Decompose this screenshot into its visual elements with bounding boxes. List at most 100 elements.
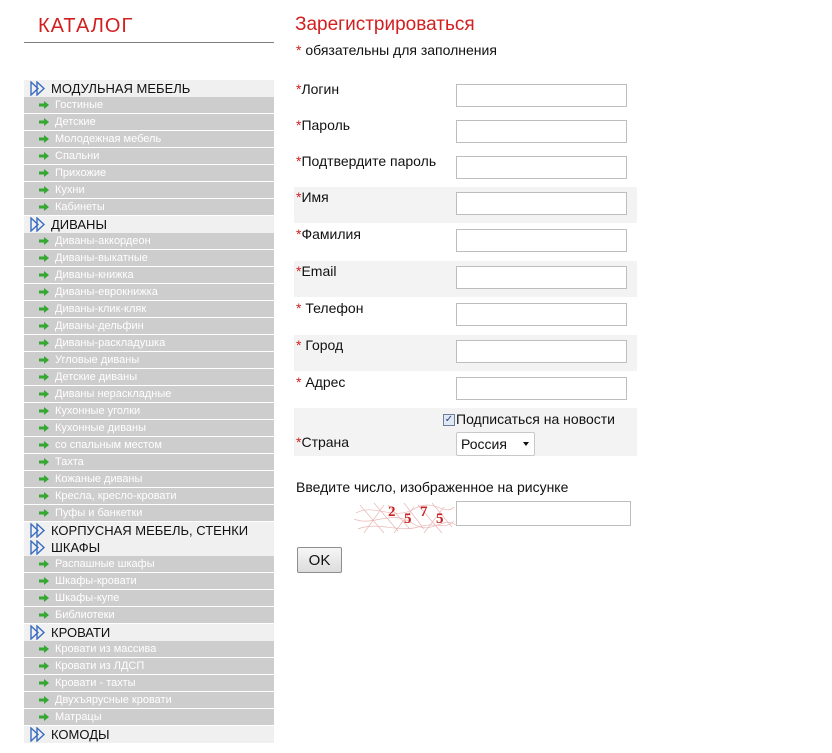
subscribe-label: Подписаться на новости: [456, 411, 615, 427]
name-input[interactable]: [456, 192, 627, 215]
catalog-menu: МОДУЛЬНАЯ МЕБЕЛЬ Гостиные Детские Молодежна…: [24, 80, 274, 743]
captcha-label: Введите число, изображенное на рисунке: [296, 479, 569, 495]
menu-item-label: Тахта: [55, 456, 84, 468]
green-arrow-icon: [39, 254, 49, 262]
captcha-digits: 2575: [388, 504, 444, 527]
green-arrow-icon: [39, 186, 49, 194]
subscribe-checkbox[interactable]: ✓: [443, 414, 455, 426]
menu-item[interactable]: Кожаные диваны: [24, 471, 274, 487]
menu-item[interactable]: Кухни: [24, 182, 274, 198]
country-select-value: Россия: [461, 436, 507, 452]
menu-item-label: Кухонные уголки: [55, 405, 141, 417]
password-row: *Пароль: [294, 115, 637, 151]
catalog-title: КАТАЛОГ: [38, 15, 134, 37]
menu-item[interactable]: Пуфы и банкетки: [24, 505, 274, 521]
menu-item[interactable]: Матрацы: [24, 709, 274, 725]
category-комоды[interactable]: КОМОДЫ: [24, 726, 274, 743]
green-arrow-icon: [39, 305, 49, 313]
category-кровати[interactable]: КРОВАТИ: [24, 624, 274, 641]
country-select[interactable]: Россия: [456, 432, 535, 456]
menu-item-label: Кухни: [55, 184, 85, 196]
menu-item[interactable]: Кровати - тахты: [24, 675, 274, 691]
category-label: КРОВАТИ: [51, 625, 111, 640]
registration-title: Зарегистрироваться: [295, 14, 475, 35]
green-arrow-icon: [39, 237, 49, 245]
city-input[interactable]: [456, 340, 627, 363]
menu-item-label: Спальни: [55, 150, 100, 162]
menu-item[interactable]: Кровати из ЛДСП: [24, 658, 274, 674]
green-arrow-icon: [39, 424, 49, 432]
menu-item[interactable]: со спальным местом: [24, 437, 274, 453]
category-корпусная-мебель-стенки[interactable]: КОРПУСНАЯ МЕБЕЛЬ, СТЕНКИ: [24, 522, 274, 539]
category-шкафы[interactable]: ШКАФЫ: [24, 539, 274, 556]
green-arrow-icon: [39, 492, 49, 500]
green-arrow-icon: [39, 339, 49, 347]
menu-item[interactable]: Кухонные уголки: [24, 403, 274, 419]
surname-row: *Фамилия: [294, 224, 637, 260]
menu-item[interactable]: Тахта: [24, 454, 274, 470]
address-input[interactable]: [456, 377, 627, 400]
phone-input[interactable]: [456, 303, 627, 326]
email-input[interactable]: [456, 266, 627, 289]
double-chevron-icon: [30, 727, 46, 742]
name-row: *Имя: [294, 187, 637, 223]
phone-row: * Телефон: [294, 298, 637, 334]
menu-item[interactable]: Диваны нераскладные: [24, 386, 274, 402]
green-arrow-icon: [39, 594, 49, 602]
green-arrow-icon: [39, 322, 49, 330]
category-label: КОРПУСНАЯ МЕБЕЛЬ, СТЕНКИ: [51, 523, 249, 538]
menu-item-label: Молодежная мебель: [55, 133, 162, 145]
name-label: *Имя: [296, 189, 329, 205]
menu-item[interactable]: Детские: [24, 114, 274, 130]
menu-item[interactable]: Угловые диваны: [24, 352, 274, 368]
menu-item[interactable]: Диваны-еврокнижка: [24, 284, 274, 300]
surname-input[interactable]: [456, 229, 627, 252]
captcha-input[interactable]: [456, 501, 631, 526]
menu-item[interactable]: Молодежная мебель: [24, 131, 274, 147]
menu-item[interactable]: Гостиные: [24, 97, 274, 113]
menu-item[interactable]: Библиотеки: [24, 607, 274, 623]
menu-item[interactable]: Диваны-выкатные: [24, 250, 274, 266]
menu-item[interactable]: Диваны-раскладушка: [24, 335, 274, 351]
email-row: *Email: [294, 261, 637, 297]
menu-item[interactable]: Диваны-клик-кляк: [24, 301, 274, 317]
city-row: * Город: [294, 335, 637, 371]
category-label: МОДУЛЬНАЯ МЕБЕЛЬ: [51, 81, 191, 96]
chevron-down-icon: [523, 442, 529, 446]
menu-item[interactable]: Распашные шкафы: [24, 556, 274, 572]
menu-item[interactable]: Диваны-книжка: [24, 267, 274, 283]
ok-button[interactable]: OK: [297, 547, 342, 573]
green-arrow-icon: [39, 135, 49, 143]
password-confirm-input[interactable]: [456, 156, 627, 179]
menu-item-label: Шкафы-купе: [55, 592, 120, 604]
category-модульная-мебель[interactable]: МОДУЛЬНАЯ МЕБЕЛЬ: [24, 80, 274, 97]
menu-item[interactable]: Детские диваны: [24, 369, 274, 385]
category-диваны[interactable]: ДИВАНЫ: [24, 216, 274, 233]
login-input[interactable]: [456, 84, 627, 107]
menu-item[interactable]: Кухонные диваны: [24, 420, 274, 436]
menu-item-label: Кухонные диваны: [55, 422, 147, 434]
menu-item-label: Кабинеты: [55, 201, 105, 213]
green-arrow-icon: [39, 373, 49, 381]
menu-item[interactable]: Кабинеты: [24, 199, 274, 215]
menu-item[interactable]: Кровати из массива: [24, 641, 274, 657]
green-arrow-icon: [39, 441, 49, 449]
menu-item[interactable]: Шкафы-кровати: [24, 573, 274, 589]
captcha-digit: 5: [404, 511, 412, 527]
menu-item[interactable]: Диваны-аккордеон: [24, 233, 274, 249]
password-input[interactable]: [456, 120, 627, 143]
menu-item[interactable]: Диваны-дельфин: [24, 318, 274, 334]
menu-item-label: со спальным местом: [55, 439, 162, 451]
menu-item[interactable]: Двухъярусные кровати: [24, 692, 274, 708]
menu-item[interactable]: Кресла, кресло-кровати: [24, 488, 274, 504]
required-note: * обязательны для заполнения: [296, 42, 497, 58]
menu-item[interactable]: Прихожие: [24, 165, 274, 181]
green-arrow-icon: [39, 356, 49, 364]
menu-item[interactable]: Спальни: [24, 148, 274, 164]
menu-item-label: Детские: [55, 116, 96, 128]
menu-item[interactable]: Шкафы-купе: [24, 590, 274, 606]
password-label: *Пароль: [296, 117, 351, 133]
green-arrow-icon: [39, 713, 49, 721]
subscribe-country-row: ✓ Подписаться на новости *Страна Россия: [294, 408, 637, 456]
green-arrow-icon: [39, 509, 49, 517]
